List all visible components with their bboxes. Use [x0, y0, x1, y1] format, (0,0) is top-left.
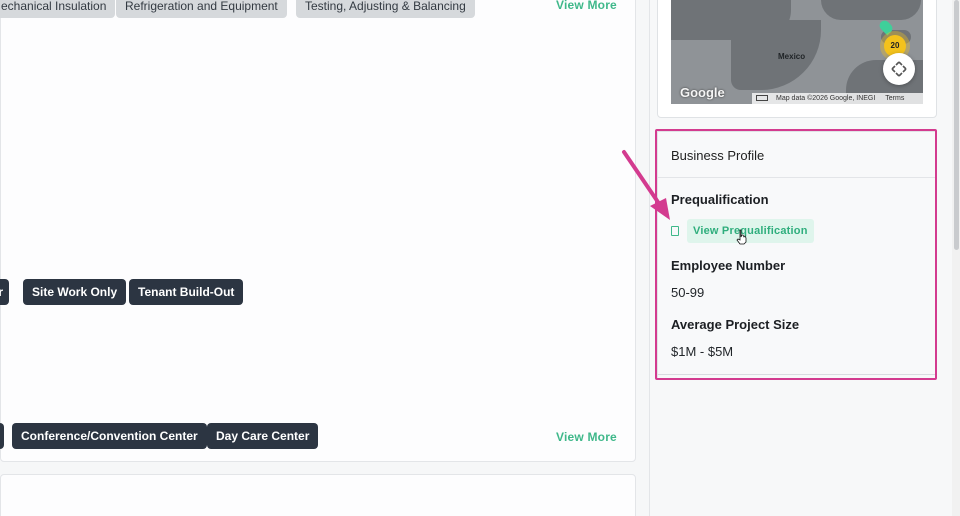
map-terms-link[interactable]: Terms [885, 95, 904, 102]
document-icon [671, 225, 679, 236]
trade-chip[interactable]: Refrigeration and Equipment [116, 0, 287, 18]
employee-number-value: 50-99 [671, 285, 705, 300]
market-chip[interactable]: Day Care Center [207, 423, 319, 449]
services-card [0, 0, 636, 462]
view-prequalification-label: View Prequalification [687, 218, 814, 243]
business-profile-title: Business Profile [671, 148, 765, 163]
divider [658, 177, 935, 178]
move-arrows-icon [891, 61, 907, 77]
view-more-link[interactable]: View More [556, 0, 617, 12]
prequalification-label: Prequalification [671, 192, 769, 207]
keyboard-icon[interactable] [756, 95, 768, 102]
scrollbar-thumb[interactable] [954, 0, 959, 250]
trade-chip[interactable]: Testing, Adjusting & Balancing [296, 0, 475, 18]
highlight-box [655, 129, 937, 380]
project-size-value: $1M - $5M [671, 344, 734, 359]
work-chip[interactable]: ir [0, 279, 10, 305]
market-chip[interactable]: Conference/Convention Center [12, 423, 207, 449]
map-country-label: Mexico [778, 52, 806, 61]
map-attribution: Map data ©2026 Google, INEGI Terms [752, 93, 923, 104]
annotation-arrow-icon [622, 150, 670, 220]
next-card [0, 474, 636, 516]
view-more-link[interactable]: View More [556, 430, 617, 444]
trade-chip[interactable]: echanical Insulation [0, 0, 116, 18]
market-chip[interactable] [0, 423, 4, 449]
map-attribution-text: Map data ©2026 Google, INEGI [776, 95, 876, 102]
work-chip[interactable]: Tenant Build-Out [129, 279, 244, 305]
google-logo: Google [680, 85, 725, 100]
project-size-label: Average Project Size [671, 317, 800, 332]
map-pan-control[interactable] [883, 53, 915, 85]
divider [658, 374, 935, 375]
hand-cursor-icon [736, 229, 747, 245]
employee-number-label: Employee Number [671, 258, 786, 273]
work-chip[interactable]: Site Work Only [23, 279, 127, 305]
